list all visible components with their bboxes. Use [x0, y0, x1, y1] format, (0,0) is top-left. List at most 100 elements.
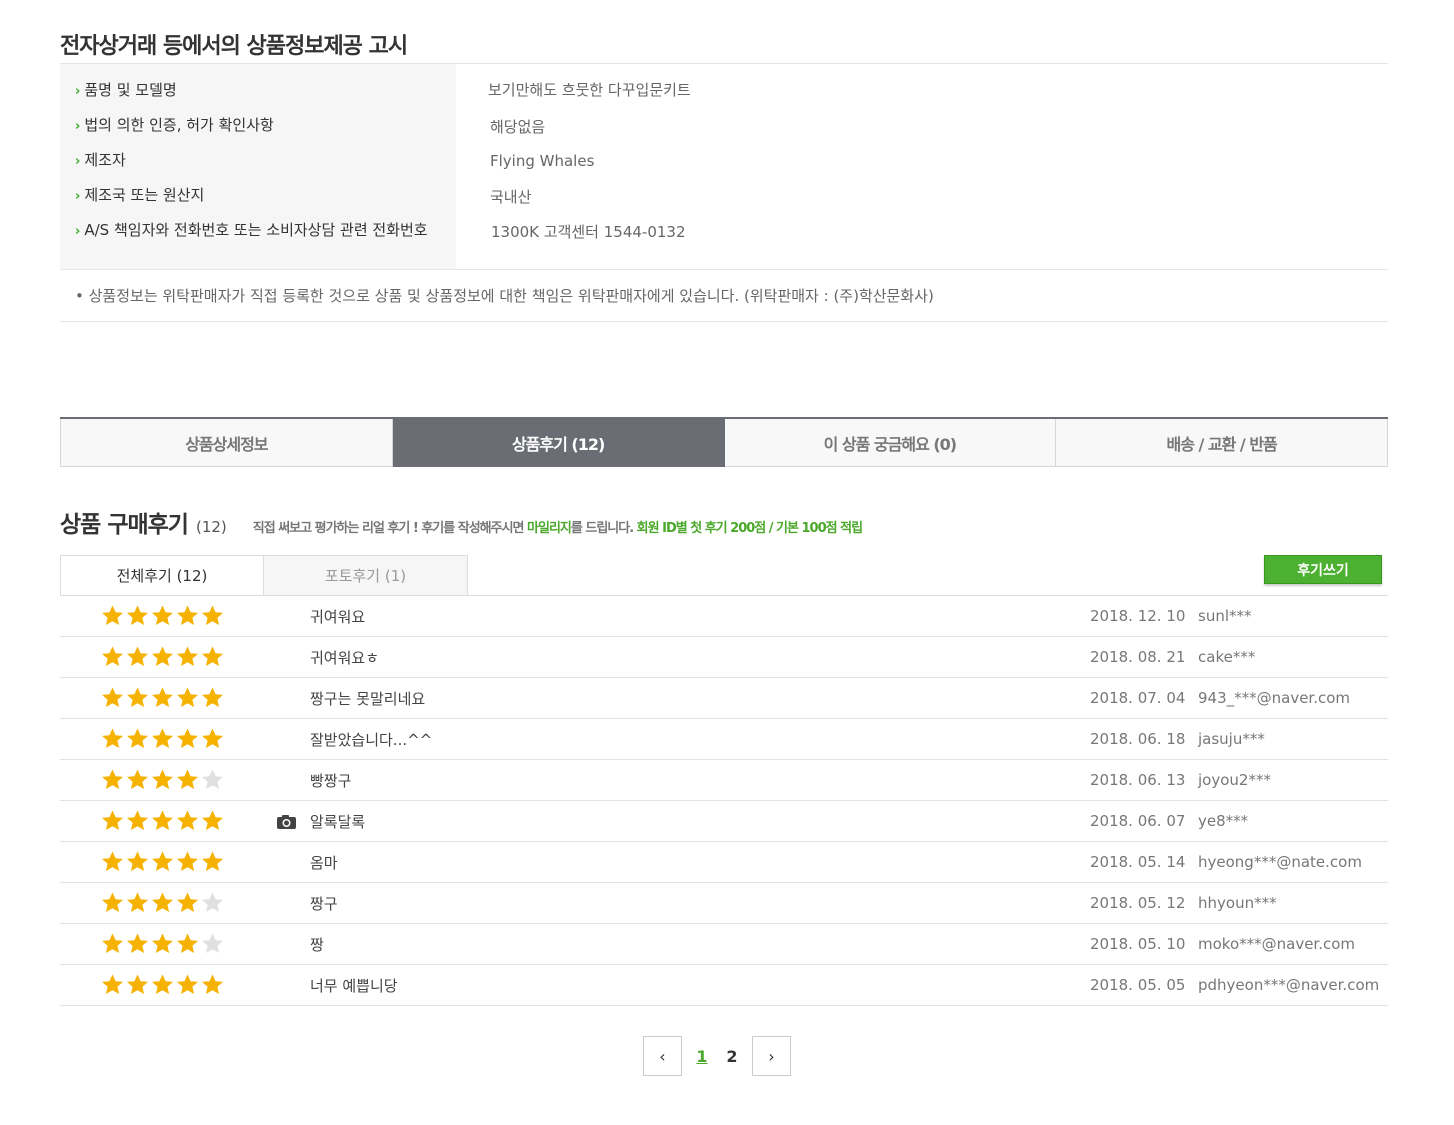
review-count: (12) [195, 518, 227, 536]
star-empty-icon [202, 933, 223, 953]
star-filled-icon [152, 605, 173, 625]
chevron-right-icon: › [75, 224, 81, 239]
star-rating [100, 973, 225, 995]
review-title[interactable]: 귀여워요ㅎ [310, 647, 379, 668]
review-author: pdhyeon***@naver.com [1198, 976, 1380, 994]
star-filled-icon [102, 687, 123, 707]
review-row[interactable]: 잘받았습니다...^^ 2018. 06. 18 jasuju*** [60, 719, 1388, 760]
star-filled-icon [152, 810, 173, 830]
star-filled-icon [102, 851, 123, 871]
star-filled-icon [177, 974, 198, 994]
star-filled-icon [152, 769, 173, 789]
star-filled-icon [177, 892, 198, 912]
review-title[interactable]: 짱 [310, 934, 324, 955]
chevron-right-icon: › [75, 154, 81, 169]
review-date: 2018. 07. 04 [1090, 689, 1186, 707]
star-filled-icon [152, 851, 173, 871]
review-date: 2018. 06. 07 [1090, 812, 1186, 830]
review-date: 2018. 05. 12 [1090, 894, 1186, 912]
star-filled-icon [177, 810, 198, 830]
star-rating [100, 727, 225, 749]
info-value: 해당없음 [490, 118, 546, 136]
write-review-button[interactable]: 후기쓰기 [1264, 555, 1382, 584]
star-filled-icon [177, 933, 198, 953]
review-title[interactable]: 빵짱구 [310, 770, 351, 791]
star-filled-icon [177, 605, 198, 625]
review-author: hhyoun*** [1198, 894, 1277, 912]
tab-qna[interactable]: 이 상품 궁금해요 (0) [724, 419, 1057, 467]
star-filled-icon [127, 646, 148, 666]
review-author: cake*** [1198, 648, 1256, 666]
review-title[interactable]: 잘받았습니다...^^ [310, 729, 432, 750]
info-value: 국내산 [490, 188, 532, 206]
star-rating [100, 686, 225, 708]
star-rating [100, 850, 225, 872]
star-filled-icon [202, 605, 223, 625]
review-row[interactable]: 짱구 2018. 05. 12 hhyoun*** [60, 883, 1388, 924]
star-filled-icon [127, 810, 148, 830]
prev-page-button[interactable]: ‹ [643, 1036, 682, 1076]
chevron-right-icon: › [768, 1046, 775, 1066]
star-filled-icon [127, 933, 148, 953]
review-row[interactable]: 빵짱구 2018. 06. 13 joyou2*** [60, 760, 1388, 801]
next-page-button[interactable]: › [752, 1036, 791, 1076]
star-filled-icon [127, 769, 148, 789]
review-date: 2018. 06. 13 [1090, 771, 1186, 789]
star-filled-icon [152, 646, 173, 666]
star-filled-icon [102, 605, 123, 625]
star-filled-icon [152, 974, 173, 994]
star-filled-icon [202, 810, 223, 830]
review-date: 2018. 05. 10 [1090, 935, 1186, 953]
review-author: 943_***@naver.com [1198, 689, 1351, 707]
review-date: 2018. 12. 10 [1090, 607, 1186, 625]
notice-footnote: • 상품정보는 위탁판매자가 직접 등록한 것으로 상품 및 상품정보에 대한 … [75, 287, 934, 305]
page-1[interactable]: 1 [687, 1047, 717, 1066]
tab-shipping[interactable]: 배송 / 교환 / 반품 [1056, 419, 1388, 467]
pagination: ‹ 1 2 › [643, 1036, 791, 1076]
chevron-right-icon: › [75, 84, 81, 99]
review-author: hyeong***@nate.com [1198, 853, 1362, 871]
tab-reviews[interactable]: 상품후기 (12) [392, 419, 725, 467]
review-row[interactable]: 너무 예쁩니당 2018. 05. 05 pdhyeon***@naver.com [60, 965, 1388, 1006]
review-title[interactable]: 알록달록 [310, 811, 365, 832]
review-date: 2018. 05. 05 [1090, 976, 1186, 994]
star-filled-icon [202, 687, 223, 707]
review-row[interactable]: 귀여워요ㅎ 2018. 08. 21 cake*** [60, 637, 1388, 678]
star-filled-icon [127, 687, 148, 707]
notice-title: 전자상거래 등에서의 상품정보제공 고시 [60, 34, 408, 59]
review-title[interactable]: 귀여워요 [310, 606, 365, 627]
review-header: 상품 구매후기 (12) 직접 써보고 평가하는 리얼 후기 ! 후기를 작성해… [60, 505, 863, 539]
star-filled-icon [127, 728, 148, 748]
star-filled-icon [127, 851, 148, 871]
review-list: 귀여워요 2018. 12. 10 sunl*** 귀여워요ㅎ 2018. 08. 21… [60, 596, 1388, 1006]
review-title[interactable]: 옴마 [310, 852, 338, 873]
star-filled-icon [202, 851, 223, 871]
review-row[interactable]: 귀여워요 2018. 12. 10 sunl*** [60, 596, 1388, 637]
review-author: sunl*** [1198, 607, 1252, 625]
review-title[interactable]: 짱구는 못말리네요 [310, 688, 425, 709]
info-label: › A/S 책임자와 전화번호 또는 소비자상담 관련 전화번호 [75, 221, 428, 239]
review-author: joyou2*** [1198, 771, 1271, 789]
star-filled-icon [102, 892, 123, 912]
tab-product-detail[interactable]: 상품상세정보 [60, 419, 393, 467]
review-title[interactable]: 짱구 [310, 893, 338, 914]
star-rating [100, 645, 225, 667]
star-filled-icon [102, 974, 123, 994]
review-title[interactable]: 너무 예쁩니당 [310, 975, 398, 996]
review-row[interactable]: 짱구는 못말리네요 2018. 07. 04 943_***@naver.com [60, 678, 1388, 719]
review-row[interactable]: 알록달록 2018. 06. 07 ye8*** [60, 801, 1388, 842]
star-filled-icon [102, 933, 123, 953]
review-section-title: 상품 구매후기 [60, 512, 189, 538]
chevron-right-icon: › [75, 119, 81, 134]
review-author: ye8*** [1198, 812, 1249, 830]
page-2[interactable]: 2 [717, 1047, 747, 1066]
tab-photo-reviews[interactable]: 포토후기 (1) [264, 555, 468, 596]
review-row[interactable]: 옴마 2018. 05. 14 hyeong***@nate.com [60, 842, 1388, 883]
star-filled-icon [102, 728, 123, 748]
star-filled-icon [202, 646, 223, 666]
star-filled-icon [152, 728, 173, 748]
tab-all-reviews[interactable]: 전체후기 (12) [60, 555, 264, 596]
star-filled-icon [102, 810, 123, 830]
info-value: 1300K 고객센터 1544-0132 [491, 223, 686, 241]
review-row[interactable]: 짱 2018. 05. 10 moko***@naver.com [60, 924, 1388, 965]
